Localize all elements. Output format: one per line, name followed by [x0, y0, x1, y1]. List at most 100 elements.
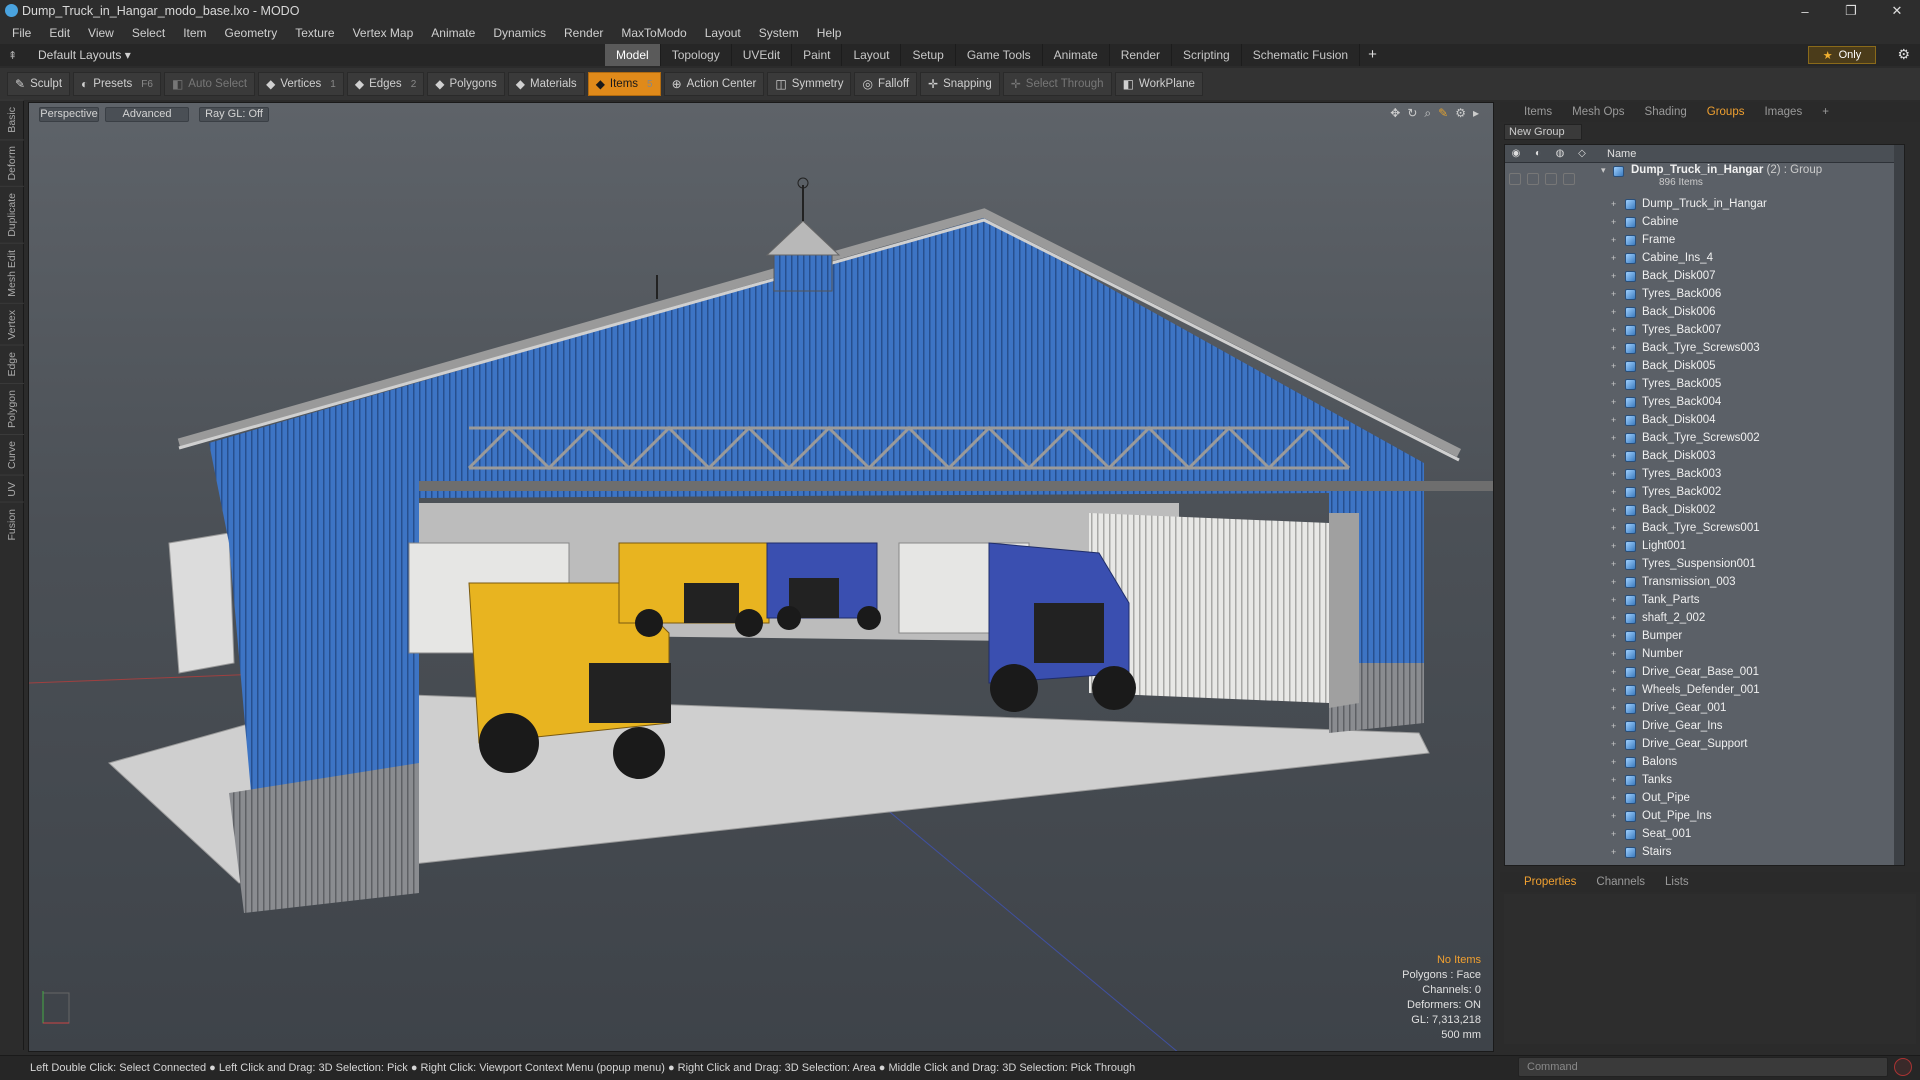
expand-icon[interactable]: + [1611, 361, 1616, 371]
expand-icon[interactable]: + [1611, 703, 1616, 713]
expand-icon[interactable]: + [1611, 307, 1616, 317]
tree-item[interactable]: + Back_Tyre_Screws002 [1505, 429, 1904, 447]
tree-item[interactable]: + Tyres_Back004 [1505, 393, 1904, 411]
menu-geometry[interactable]: Geometry [216, 26, 287, 40]
tree-item[interactable]: + Tyres_Back005 [1505, 375, 1904, 393]
lock-column-icon[interactable]: ◐ [1527, 148, 1549, 159]
panel-tab-properties[interactable]: Properties [1514, 872, 1586, 892]
tree-item[interactable]: + Back_Disk004 [1505, 411, 1904, 429]
panel-tab-images[interactable]: Images [1754, 102, 1812, 122]
command-input[interactable]: Command [1518, 1057, 1888, 1077]
tree-item[interactable]: + Tyres_Back003 [1505, 465, 1904, 483]
expand-icon[interactable]: + [1611, 379, 1616, 389]
tree-item[interactable]: + Back_Disk002 [1505, 501, 1904, 519]
tab-game-tools[interactable]: Game Tools [956, 44, 1043, 66]
tab-model[interactable]: Model [605, 44, 661, 66]
default-layouts-dropdown[interactable]: Default Layouts ▾ [38, 48, 131, 62]
tree-item[interactable]: + Out_Pipe [1505, 789, 1904, 807]
tree-item[interactable]: + Seat_001 [1505, 825, 1904, 843]
menu-help[interactable]: Help [808, 26, 851, 40]
expand-icon[interactable]: + [1611, 325, 1616, 335]
tree-item[interactable]: + Back_Tyre_Screws003 [1505, 339, 1904, 357]
expand-icon[interactable]: + [1611, 397, 1616, 407]
menu-dynamics[interactable]: Dynamics [484, 26, 555, 40]
expand-icon[interactable]: + [1611, 649, 1616, 659]
tree-item[interactable]: + Back_Disk006 [1505, 303, 1904, 321]
add-panel-tab-button[interactable]: + [1812, 102, 1839, 122]
expand-icon[interactable]: + [1611, 757, 1616, 767]
edges-button[interactable]: ◆ Edges 2 [346, 72, 425, 96]
menu-view[interactable]: View [79, 26, 123, 40]
left-tab-vertex[interactable]: Vertex [0, 302, 24, 346]
render-column-icon[interactable]: ◍ [1549, 148, 1571, 159]
select-toggle[interactable] [1563, 173, 1575, 185]
tree-item[interactable]: + Tank_Parts [1505, 591, 1904, 609]
expand-icon[interactable]: + [1611, 613, 1616, 623]
menu-select[interactable]: Select [123, 26, 174, 40]
tab-animate[interactable]: Animate [1043, 44, 1110, 66]
workplane-button[interactable]: ◧ WorkPlane [1114, 72, 1203, 96]
expand-icon[interactable]: + [1611, 541, 1616, 551]
name-column-header[interactable]: Name [1607, 148, 1636, 160]
menu-render[interactable]: Render [555, 26, 612, 40]
tree-item[interactable]: + Balons [1505, 753, 1904, 771]
expand-icon[interactable]: + [1611, 199, 1616, 209]
panel-tab-lists[interactable]: Lists [1655, 872, 1699, 892]
close-button[interactable]: ✕ [1874, 0, 1920, 22]
group-row[interactable]: ▾ Dump_Truck_in_Hangar (2) : Group 896 I… [1505, 163, 1904, 195]
falloff-button[interactable]: ◎ Falloff [854, 72, 918, 96]
expand-icon[interactable]: + [1611, 721, 1616, 731]
tree-item[interactable]: + Drive_Gear_Base_001 [1505, 663, 1904, 681]
expand-icon[interactable]: + [1611, 793, 1616, 803]
expand-icon[interactable]: + [1611, 289, 1616, 299]
lock-toggle[interactable] [1527, 173, 1539, 185]
menu-item[interactable]: Item [174, 26, 215, 40]
left-tab-deform[interactable]: Deform [0, 138, 24, 187]
layout-arrow-icon[interactable]: ⇞ [8, 49, 17, 62]
tree-item[interactable]: + Back_Disk007 [1505, 267, 1904, 285]
items-button[interactable]: ◆ Items 5 [587, 72, 661, 96]
menu-layout[interactable]: Layout [696, 26, 750, 40]
tree-item[interactable]: + Drive_Gear_Ins [1505, 717, 1904, 735]
tab-topology[interactable]: Topology [661, 44, 732, 66]
select-column-icon[interactable]: ◇ [1571, 148, 1593, 159]
expand-icon[interactable]: + [1611, 829, 1616, 839]
left-tab-uv[interactable]: UV [0, 474, 24, 503]
visibility-column-icon[interactable]: ◉ [1505, 148, 1527, 159]
expand-icon[interactable]: + [1611, 595, 1616, 605]
panel-tab-channels[interactable]: Channels [1586, 872, 1655, 892]
tab-layout[interactable]: Layout [842, 44, 902, 66]
expand-icon[interactable]: + [1611, 739, 1616, 749]
tree-item[interactable]: + Frame [1505, 231, 1904, 249]
auto-select-button[interactable]: ◧ Auto Select [163, 72, 256, 96]
tree-item[interactable]: + Stairs [1505, 843, 1904, 861]
snapping-button[interactable]: ✛ Snapping [920, 72, 1000, 96]
tab-render[interactable]: Render [1110, 44, 1173, 66]
tree-item[interactable]: + Drive_Gear_001 [1505, 699, 1904, 717]
expand-icon[interactable]: + [1611, 415, 1616, 425]
tab-uvedit[interactable]: UVEdit [732, 44, 793, 66]
expand-icon[interactable]: + [1611, 631, 1616, 641]
left-tab-mesh-edit[interactable]: Mesh Edit [0, 242, 24, 303]
menu-edit[interactable]: Edit [40, 26, 79, 40]
panel-tab-shading[interactable]: Shading [1635, 102, 1697, 122]
action-center-button[interactable]: ⊕ Action Center [663, 72, 765, 96]
panel-tab-mesh-ops[interactable]: Mesh Ops [1562, 102, 1634, 122]
polygons-button[interactable]: ◆ Polygons [427, 72, 505, 96]
collapse-icon[interactable]: ▾ [1601, 165, 1606, 176]
symmetry-button[interactable]: ◫ Symmetry [767, 72, 852, 96]
tree-scrollbar[interactable] [1894, 145, 1904, 865]
tree-item[interactable]: + Cabine [1505, 213, 1904, 231]
tab-paint[interactable]: Paint [792, 44, 843, 66]
tree-item[interactable]: + Bumper [1505, 627, 1904, 645]
presets-button[interactable]: ◐ Presets F6 [73, 72, 161, 96]
expand-icon[interactable]: + [1611, 469, 1616, 479]
expand-icon[interactable]: + [1611, 235, 1616, 245]
tree-item[interactable]: + Tyres_Back007 [1505, 321, 1904, 339]
3d-viewport[interactable]: Perspective Advanced Ray GL: Off ✥ ↻ ⌕ ✎… [28, 102, 1494, 1052]
left-tab-polygon[interactable]: Polygon [0, 382, 24, 434]
tree-item[interactable]: + Tanks [1505, 771, 1904, 789]
menu-file[interactable]: File [3, 26, 40, 40]
tree-item[interactable]: + Wheels_Defender_001 [1505, 681, 1904, 699]
panel-tab-groups[interactable]: Groups [1697, 102, 1755, 122]
